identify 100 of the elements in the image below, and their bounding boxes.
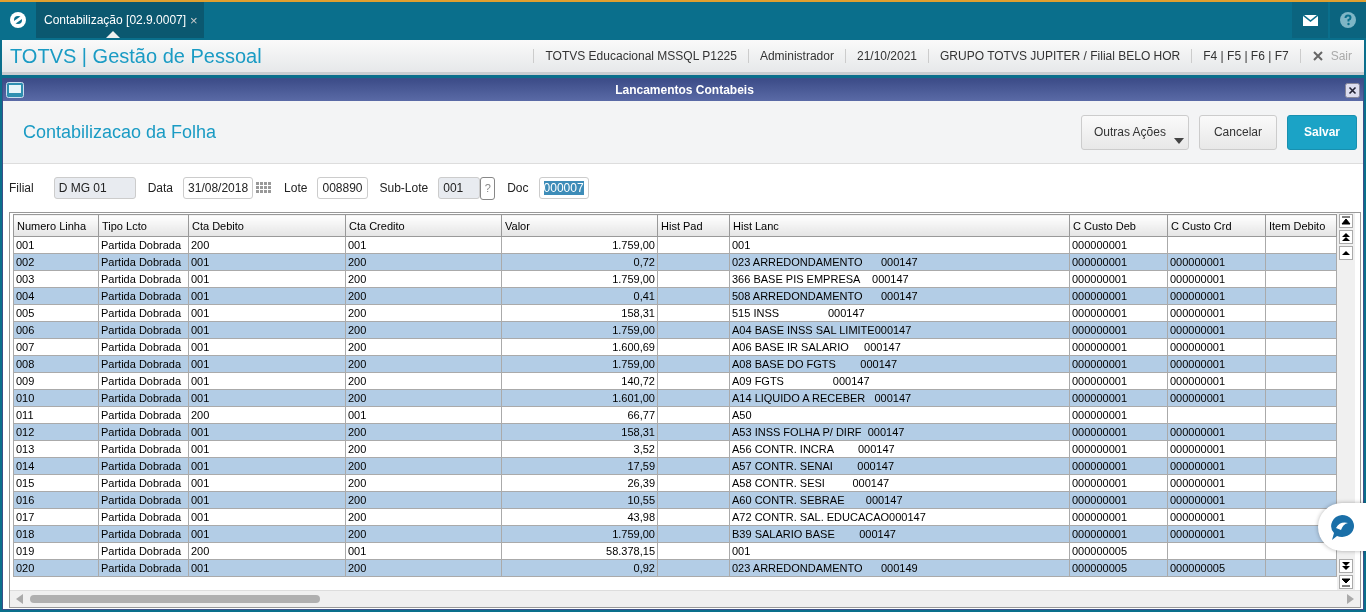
table-cell: Partida Dobrada: [101, 392, 182, 404]
table-cell: 006: [16, 324, 35, 336]
table-cell: A50: [732, 409, 752, 421]
table-cell: 009: [16, 375, 35, 387]
table-cell: 001: [191, 324, 210, 336]
help-icon[interactable]: [1340, 12, 1356, 28]
column-header[interactable]: C Custo Deb: [1069, 214, 1168, 237]
header-info: TOTVS Educacional MSSQL P1225: [533, 49, 748, 63]
scroll-bottom-icon[interactable]: [1339, 575, 1353, 589]
table-cell: A04 BASE INSS SAL LIMITE000147: [732, 324, 912, 336]
table-cell: 000000001: [1072, 324, 1128, 336]
field-label: Sub-Lote: [379, 181, 429, 195]
table-cell: 200: [348, 460, 367, 472]
table-cell: Partida Dobrada: [101, 443, 182, 455]
table-cell: A09 FGTS 000147: [732, 375, 870, 387]
table-cell: 001: [348, 545, 367, 557]
table-cell: Partida Dobrada: [101, 477, 182, 489]
column-header[interactable]: Tipo Lcto: [98, 214, 189, 237]
column-header[interactable]: C Custo Crd: [1167, 214, 1266, 237]
table-cell: 001: [191, 443, 210, 455]
column-header[interactable]: Cta Credito: [345, 214, 502, 237]
input-field[interactable]: 001: [438, 177, 481, 199]
table-cell: 019: [16, 545, 35, 557]
scroll-top-icon[interactable]: [1339, 214, 1353, 228]
input-field[interactable]: 008890: [317, 177, 368, 199]
table-cell: 001: [191, 528, 210, 540]
column-header[interactable]: Hist Pad: [657, 214, 730, 237]
table-cell: 000000001: [1170, 443, 1226, 455]
table-cell: 000000001: [1170, 528, 1226, 540]
input-field[interactable]: 000007: [538, 177, 589, 199]
column-header[interactable]: Item Debito: [1265, 214, 1337, 237]
table-cell: Partida Dobrada: [101, 358, 182, 370]
table-cell: 000000001: [1170, 358, 1226, 370]
page-up-icon[interactable]: [1339, 230, 1353, 244]
table-cell: 200: [348, 375, 367, 387]
table-cell: Partida Dobrada: [101, 426, 182, 438]
table-cell: 008: [16, 358, 35, 370]
scroll-up-icon[interactable]: [1339, 246, 1353, 260]
table-cell: 200: [348, 426, 367, 438]
table-cell: 000000005: [1072, 562, 1128, 574]
actions-menu-button[interactable]: Outras Ações: [1080, 114, 1189, 150]
action-button[interactable]: Cancelar: [1198, 114, 1277, 150]
table-cell: A53 INSS FOLHA P/ DIRF 000147: [732, 426, 905, 438]
table-cell: 000000001: [1072, 494, 1128, 506]
table-cell: 001: [191, 375, 210, 387]
header-info: F4 | F5 | F6 | F7: [1191, 49, 1300, 63]
table-cell: 010: [16, 392, 35, 404]
tab-label: Contabilização [02.9.0007]: [44, 13, 187, 27]
table-cell: 000000001: [1072, 341, 1128, 353]
app-title: TOTVS | Gestão de Pessoal: [9, 44, 262, 68]
table-cell: 1.759,00: [612, 324, 655, 336]
table-cell: 023 ARREDONDAMENTO 000147: [732, 256, 918, 268]
lookup-button[interactable]: ?: [480, 176, 496, 200]
table-cell: A57 CONTR. SENAI 000147: [732, 460, 894, 472]
table-cell: 000000001: [1170, 477, 1226, 489]
table-cell: 200: [348, 307, 367, 319]
mail-icon[interactable]: [1302, 14, 1318, 26]
chat-icon[interactable]: [1328, 513, 1356, 541]
table-cell: Partida Dobrada: [101, 528, 182, 540]
column-header[interactable]: Cta Debito: [188, 214, 346, 237]
table-cell: 200: [348, 256, 367, 268]
close-icon[interactable]: [1345, 82, 1360, 98]
table-cell: Partida Dobrada: [101, 562, 182, 574]
table-cell: 000000001: [1170, 494, 1226, 506]
table-cell: A72 CONTR. SAL. EDUCACAO000147: [732, 511, 926, 523]
table-cell: 1.759,00: [612, 273, 655, 285]
table-cell: 000000001: [1170, 290, 1226, 302]
table-cell: 004: [16, 290, 35, 302]
readonly-field[interactable]: D MG 01: [53, 177, 136, 199]
table-cell: 000000001: [1170, 460, 1226, 472]
table-cell: 1.759,00: [612, 358, 655, 370]
column-header[interactable]: Numero Linha: [13, 214, 99, 237]
table-cell: 001: [191, 477, 210, 489]
column-header[interactable]: Hist Lanc: [729, 214, 1070, 237]
table-cell: 1.601,00: [612, 392, 655, 404]
field-label: Data: [147, 181, 174, 195]
table-cell: 001: [191, 273, 210, 285]
table-cell: 001: [191, 358, 210, 370]
table-cell: 200: [348, 290, 367, 302]
table-cell: A58 CONTR. SESI 000147: [732, 477, 890, 489]
module-tab[interactable]: Contabilização [02.9.0007] ×: [36, 2, 204, 38]
calendar-icon[interactable]: [256, 182, 273, 194]
table-cell: Partida Dobrada: [101, 324, 182, 336]
logo-icon[interactable]: [9, 11, 27, 29]
table-cell: Partida Dobrada: [101, 307, 182, 319]
tab-close[interactable]: ×: [190, 12, 198, 28]
close-icon[interactable]: [1312, 51, 1323, 61]
input-field[interactable]: 31/08/2018: [183, 177, 254, 199]
table-cell: Partida Dobrada: [101, 273, 182, 285]
table-cell: 000000001: [1072, 358, 1128, 370]
column-header[interactable]: Valor: [501, 214, 658, 237]
table-cell: 000000001: [1170, 307, 1226, 319]
table-cell: 17,59: [627, 460, 655, 472]
table-cell: 016: [16, 494, 35, 506]
table-cell: 001: [191, 256, 210, 268]
table-cell: 200: [348, 392, 367, 404]
page-down-icon[interactable]: [1339, 559, 1353, 573]
table-cell: A14 LIQUIDO A RECEBER 000147: [732, 392, 912, 404]
table-cell: 3,52: [633, 443, 655, 455]
page-heading: Contabilizacao da Folha: [23, 121, 217, 143]
